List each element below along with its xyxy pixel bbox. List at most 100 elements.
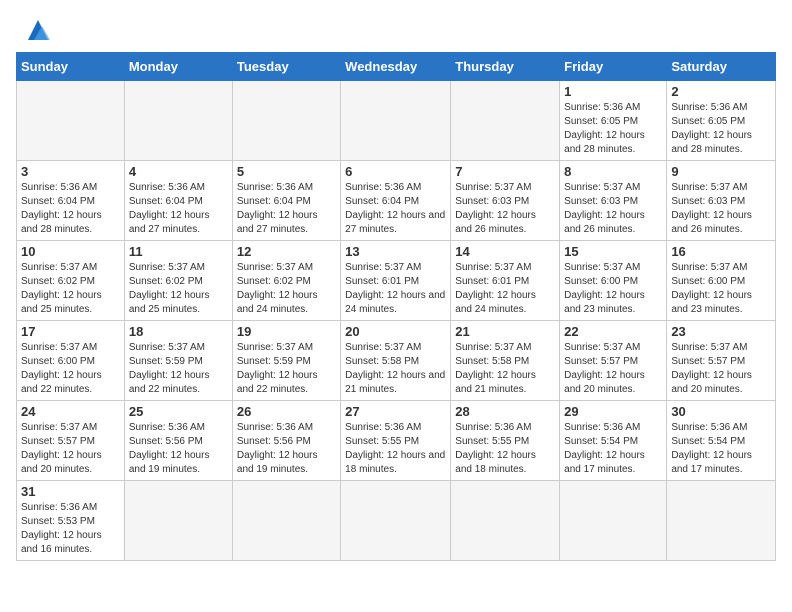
calendar-cell: 26 Sunrise: 5:36 AM Sunset: 5:56 PM Dayli…	[232, 401, 340, 481]
calendar-week-row: 10Sunrise: 5:37 AM Sunset: 6:02 PM Dayli…	[17, 241, 776, 321]
calendar-cell: 31Sunrise: 5:36 AM Sunset: 5:53 PM Dayli…	[17, 481, 125, 561]
weekday-header-thursday: Thursday	[451, 53, 560, 81]
day-number: 6	[345, 164, 446, 179]
day-number: 31	[21, 484, 120, 499]
weekday-header-friday: Friday	[560, 53, 667, 81]
day-info: Sunrise: 5:37 AM Sunset: 6:03 PM Dayligh…	[671, 181, 771, 237]
day-info: Sunrise: 5:37 AM Sunset: 6:00 PM Dayligh…	[21, 341, 120, 397]
calendar-cell	[124, 481, 232, 561]
day-info: Sunrise: 5:36 AM Sunset: 5:54 PM Dayligh…	[671, 421, 771, 477]
logo-icon	[20, 16, 56, 44]
day-number: 23	[671, 324, 771, 339]
day-info: Sunrise: 5:36 AM Sunset: 5:55 PM Dayligh…	[455, 421, 555, 477]
calendar-cell: 21 Sunrise: 5:37 AM Sunset: 5:58 PM Dayli…	[451, 321, 560, 401]
calendar-cell	[17, 81, 125, 161]
day-number: 27	[345, 404, 446, 419]
day-info: Sunrise: 5:37 AM Sunset: 6:01 PM Dayligh…	[455, 261, 555, 317]
calendar-cell: 13Sunrise: 5:37 AM Sunset: 6:01 PM Dayli…	[341, 241, 451, 321]
day-info: Sunrise: 5:37 AM Sunset: 6:02 PM Dayligh…	[129, 261, 228, 317]
calendar-cell: 8 Sunrise: 5:37 AM Sunset: 6:03 PM Daylig…	[560, 161, 667, 241]
calendar-cell: 22 Sunrise: 5:37 AM Sunset: 5:57 PM Dayli…	[560, 321, 667, 401]
calendar-body: 1 Sunrise: 5:36 AM Sunset: 6:05 PM Daylig…	[17, 81, 776, 561]
weekday-header-wednesday: Wednesday	[341, 53, 451, 81]
calendar-week-row: 3Sunrise: 5:36 AM Sunset: 6:04 PM Daylig…	[17, 161, 776, 241]
day-info: Sunrise: 5:37 AM Sunset: 5:57 PM Dayligh…	[671, 341, 771, 397]
day-number: 12	[237, 244, 336, 259]
weekday-header-monday: Monday	[124, 53, 232, 81]
day-number: 5	[237, 164, 336, 179]
day-info: Sunrise: 5:37 AM Sunset: 6:02 PM Dayligh…	[21, 261, 120, 317]
calendar-cell: 7 Sunrise: 5:37 AM Sunset: 6:03 PM Daylig…	[451, 161, 560, 241]
day-number: 16	[671, 244, 771, 259]
calendar-cell: 28 Sunrise: 5:36 AM Sunset: 5:55 PM Dayli…	[451, 401, 560, 481]
calendar-cell: 25 Sunrise: 5:36 AM Sunset: 5:56 PM Dayli…	[124, 401, 232, 481]
calendar-cell: 14 Sunrise: 5:37 AM Sunset: 6:01 PM Dayli…	[451, 241, 560, 321]
logo	[16, 16, 56, 44]
weekday-header-tuesday: Tuesday	[232, 53, 340, 81]
weekday-header-sunday: Sunday	[17, 53, 125, 81]
day-number: 14	[455, 244, 555, 259]
weekday-header-row: SundayMondayTuesdayWednesdayThursdayFrid…	[17, 53, 776, 81]
calendar-cell: 23 Sunrise: 5:37 AM Sunset: 5:57 PM Dayli…	[667, 321, 776, 401]
calendar-cell: 6 Sunrise: 5:36 AM Sunset: 6:04 PM Daylig…	[341, 161, 451, 241]
day-number: 8	[564, 164, 662, 179]
day-info: Sunrise: 5:37 AM Sunset: 6:00 PM Dayligh…	[671, 261, 771, 317]
calendar-cell: 24Sunrise: 5:37 AM Sunset: 5:57 PM Dayli…	[17, 401, 125, 481]
day-number: 18	[129, 324, 228, 339]
day-info: Sunrise: 5:36 AM Sunset: 5:56 PM Dayligh…	[237, 421, 336, 477]
calendar-week-row: 17 Sunrise: 5:37 AM Sunset: 6:00 PM Dayli…	[17, 321, 776, 401]
calendar-cell	[667, 481, 776, 561]
calendar-cell	[451, 481, 560, 561]
day-info: Sunrise: 5:37 AM Sunset: 6:03 PM Dayligh…	[455, 181, 555, 237]
calendar-cell: 3Sunrise: 5:36 AM Sunset: 6:04 PM Daylig…	[17, 161, 125, 241]
day-info: Sunrise: 5:36 AM Sunset: 6:05 PM Dayligh…	[671, 101, 771, 157]
calendar-cell: 18 Sunrise: 5:37 AM Sunset: 5:59 PM Dayli…	[124, 321, 232, 401]
day-number: 21	[455, 324, 555, 339]
day-info: Sunrise: 5:37 AM Sunset: 5:57 PM Dayligh…	[564, 341, 662, 397]
calendar-cell: 9 Sunrise: 5:37 AM Sunset: 6:03 PM Daylig…	[667, 161, 776, 241]
day-number: 28	[455, 404, 555, 419]
day-number: 11	[129, 244, 228, 259]
day-number: 19	[237, 324, 336, 339]
calendar-week-row: 31Sunrise: 5:36 AM Sunset: 5:53 PM Dayli…	[17, 481, 776, 561]
day-info: Sunrise: 5:36 AM Sunset: 6:04 PM Dayligh…	[345, 181, 446, 237]
day-number: 20	[345, 324, 446, 339]
calendar-cell: 30 Sunrise: 5:36 AM Sunset: 5:54 PM Dayli…	[667, 401, 776, 481]
day-number: 26	[237, 404, 336, 419]
calendar-cell: 5Sunrise: 5:36 AM Sunset: 6:04 PM Daylig…	[232, 161, 340, 241]
calendar-cell: 19Sunrise: 5:37 AM Sunset: 5:59 PM Dayli…	[232, 321, 340, 401]
calendar-cell: 20Sunrise: 5:37 AM Sunset: 5:58 PM Dayli…	[341, 321, 451, 401]
day-info: Sunrise: 5:36 AM Sunset: 6:05 PM Dayligh…	[564, 101, 662, 157]
day-number: 1	[564, 84, 662, 99]
calendar-cell: 10Sunrise: 5:37 AM Sunset: 6:02 PM Dayli…	[17, 241, 125, 321]
calendar-week-row: 24Sunrise: 5:37 AM Sunset: 5:57 PM Dayli…	[17, 401, 776, 481]
day-info: Sunrise: 5:36 AM Sunset: 5:55 PM Dayligh…	[345, 421, 446, 477]
day-number: 17	[21, 324, 120, 339]
day-info: Sunrise: 5:37 AM Sunset: 6:03 PM Dayligh…	[564, 181, 662, 237]
day-number: 30	[671, 404, 771, 419]
day-number: 29	[564, 404, 662, 419]
calendar-cell: 27 Sunrise: 5:36 AM Sunset: 5:55 PM Dayli…	[341, 401, 451, 481]
day-info: Sunrise: 5:37 AM Sunset: 5:58 PM Dayligh…	[455, 341, 555, 397]
day-number: 25	[129, 404, 228, 419]
calendar-cell	[124, 81, 232, 161]
calendar-cell: 2Sunrise: 5:36 AM Sunset: 6:05 PM Daylig…	[667, 81, 776, 161]
calendar-cell: 16 Sunrise: 5:37 AM Sunset: 6:00 PM Dayli…	[667, 241, 776, 321]
day-info: Sunrise: 5:37 AM Sunset: 5:59 PM Dayligh…	[129, 341, 228, 397]
day-number: 22	[564, 324, 662, 339]
day-info: Sunrise: 5:36 AM Sunset: 6:04 PM Dayligh…	[129, 181, 228, 237]
calendar-cell: 4 Sunrise: 5:36 AM Sunset: 6:04 PM Daylig…	[124, 161, 232, 241]
day-number: 13	[345, 244, 446, 259]
calendar-cell	[232, 81, 340, 161]
day-number: 7	[455, 164, 555, 179]
day-number: 9	[671, 164, 771, 179]
day-info: Sunrise: 5:37 AM Sunset: 6:02 PM Dayligh…	[237, 261, 336, 317]
day-number: 24	[21, 404, 120, 419]
day-number: 4	[129, 164, 228, 179]
day-info: Sunrise: 5:36 AM Sunset: 6:04 PM Dayligh…	[21, 181, 120, 237]
day-info: Sunrise: 5:36 AM Sunset: 5:56 PM Dayligh…	[129, 421, 228, 477]
calendar-cell: 11 Sunrise: 5:37 AM Sunset: 6:02 PM Dayli…	[124, 241, 232, 321]
calendar-cell	[341, 81, 451, 161]
calendar-cell	[232, 481, 340, 561]
header	[16, 16, 776, 44]
